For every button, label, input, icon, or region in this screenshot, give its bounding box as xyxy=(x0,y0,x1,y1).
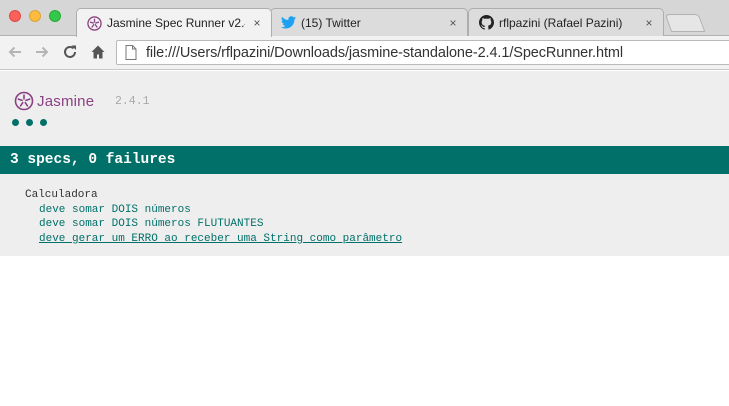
tab-close-icon[interactable]: × xyxy=(643,16,655,30)
summary-bar: 3 specs, 0 failures xyxy=(0,146,729,174)
jasmine-flower-icon xyxy=(14,91,34,111)
logo-text: Jasmine xyxy=(37,92,95,110)
reload-icon xyxy=(64,45,76,58)
jasmine-reporter: Jasmine 2.4.1 3 specs, 0 failures Calcul… xyxy=(0,71,729,256)
github-icon xyxy=(479,15,494,30)
jasmine-logo[interactable]: Jasmine xyxy=(14,91,94,111)
tab-twitter[interactable]: (15) Twitter × xyxy=(270,8,468,36)
browser-toolbar: file:///Users/rflpazini/Downloads/jasmin… xyxy=(0,36,729,70)
tab-title: rflpazini (Rafael Pazini) xyxy=(499,15,623,30)
tab-github[interactable]: rflpazini (Rafael Pazini) × xyxy=(468,8,664,36)
page-icon xyxy=(125,45,137,60)
new-tab-button[interactable] xyxy=(664,14,706,32)
tab-jasmine[interactable]: Jasmine Spec Runner v2.4.1 × xyxy=(76,8,272,37)
spec-passed-dot[interactable] xyxy=(40,119,47,126)
spec-link[interactable]: deve somar DOIS números FLUTUANTES xyxy=(39,217,402,232)
spec-passed-dot[interactable] xyxy=(12,119,19,126)
jasmine-favicon-icon xyxy=(87,15,102,31)
arrow-left-icon xyxy=(8,46,21,58)
spec-link[interactable]: deve gerar um ERRO ao receber uma String… xyxy=(39,232,402,247)
tab-strip: Jasmine Spec Runner v2.4.1 × (15) Twitte… xyxy=(0,0,729,37)
home-icon xyxy=(91,45,105,59)
tab-title: (15) Twitter xyxy=(301,15,361,30)
jasmine-version: 2.4.1 xyxy=(115,95,150,108)
tab-close-icon[interactable]: × xyxy=(251,16,263,30)
tab-close-icon[interactable]: × xyxy=(447,16,459,30)
suite-link[interactable]: Calculadora xyxy=(25,189,98,201)
url-text: file:///Users/rflpazini/Downloads/jasmin… xyxy=(146,44,623,61)
spec-status-dots xyxy=(12,119,47,126)
spec-passed-dot[interactable] xyxy=(26,119,33,126)
page-content: Jasmine 2.4.1 3 specs, 0 failures Calcul… xyxy=(0,71,729,406)
window-maximize-button[interactable] xyxy=(49,10,61,22)
window-close-button[interactable] xyxy=(9,10,21,22)
home-button[interactable] xyxy=(87,41,109,63)
back-button[interactable] xyxy=(4,41,26,63)
address-bar[interactable]: file:///Users/rflpazini/Downloads/jasmin… xyxy=(116,40,729,65)
reload-button[interactable] xyxy=(59,41,81,63)
window-minimize-button[interactable] xyxy=(29,10,41,22)
arrow-right-icon xyxy=(36,46,49,58)
spec-results: Calculadora deve somar DOIS números deve… xyxy=(25,188,402,246)
twitter-icon xyxy=(281,15,296,30)
spec-link[interactable]: deve somar DOIS números xyxy=(39,203,402,218)
forward-button[interactable] xyxy=(31,41,53,63)
tab-title: Jasmine Spec Runner v2.4.1 xyxy=(107,16,245,30)
